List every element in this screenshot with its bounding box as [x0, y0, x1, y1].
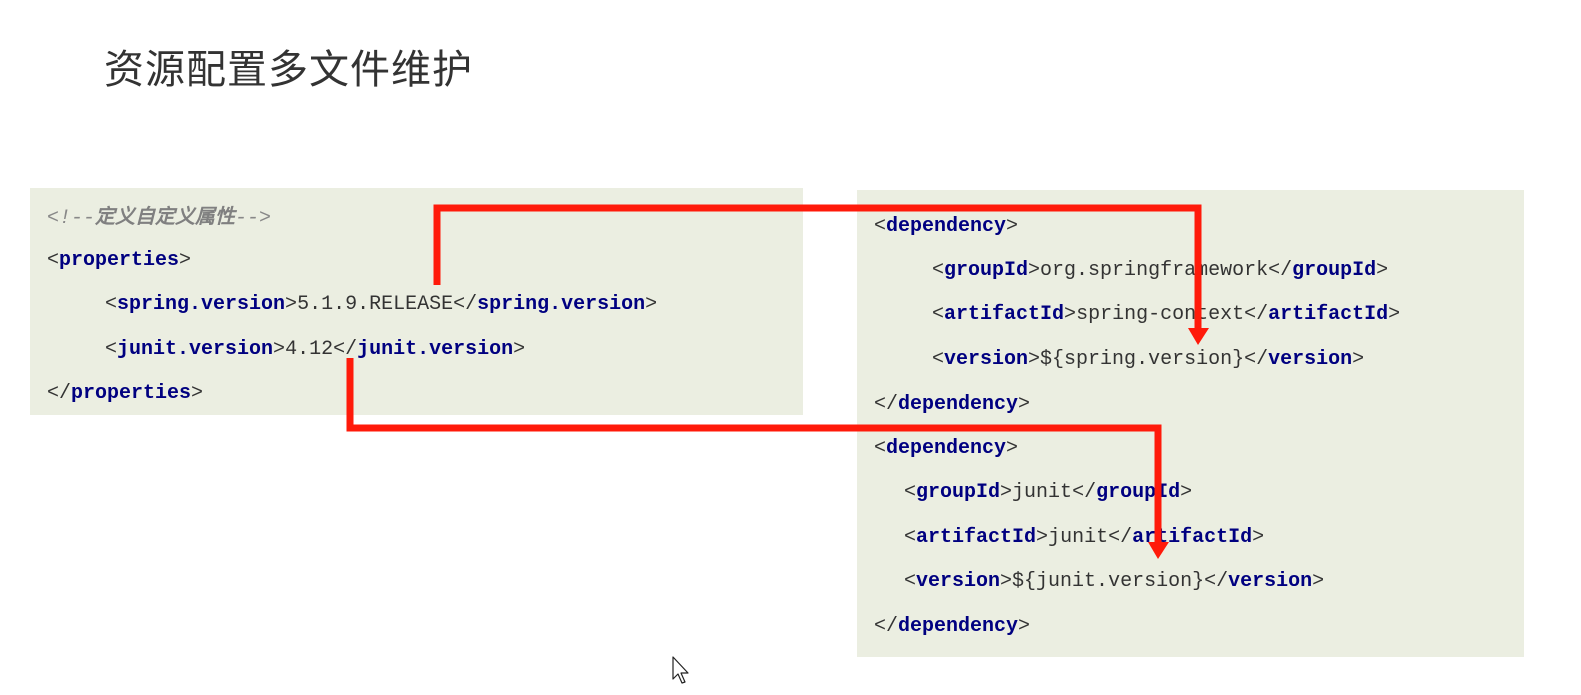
dependency-open-tag: dependency	[886, 437, 1007, 460]
junit-version-open-tag: junit.version	[117, 338, 274, 361]
properties-close-tag: properties	[71, 382, 192, 405]
spring-groupid-value: org.springframework	[1040, 259, 1269, 282]
artifactid-open-tag: artifactId	[944, 303, 1065, 326]
properties-close-line: </properties>	[47, 382, 204, 405]
version-open-tag: version	[944, 348, 1029, 371]
groupid-close-tag: groupId	[1292, 259, 1377, 282]
junit-version-ref-value: ${junit.version}	[1012, 570, 1205, 593]
spring-version-ref-value: ${spring.version}	[1040, 348, 1245, 371]
spring-version-line: <spring.version>5.1.9.RELEASE</spring.ve…	[105, 293, 658, 316]
spring-version-ref-line: <version>${spring.version}</version>	[932, 348, 1365, 371]
spring-artifactid-line: <artifactId>spring-context</artifactId>	[932, 303, 1401, 326]
properties-open-tag: properties	[59, 249, 180, 272]
mouse-cursor-icon	[672, 656, 689, 684]
groupid-open-tag: groupId	[916, 481, 1001, 504]
junit-version-line: <junit.version>4.12</junit.version>	[105, 338, 526, 361]
version-close-tag: version	[1228, 570, 1313, 593]
groupid-open-tag: groupId	[944, 259, 1029, 282]
comment-line: <!--定义自定义属性-->	[47, 204, 271, 231]
junit-artifactid-line: <artifactId>junit</artifactId>	[904, 526, 1265, 549]
groupid-close-tag: groupId	[1096, 481, 1181, 504]
junit-version-close-tag: junit.version	[357, 338, 514, 361]
dependency-close-line: </dependency>	[874, 615, 1031, 638]
page-title: 资源配置多文件维护	[104, 47, 473, 93]
artifactid-close-tag: artifactId	[1132, 526, 1253, 549]
comment-close: -->	[235, 207, 272, 230]
spring-version-open-tag: spring.version	[117, 293, 286, 316]
version-open-tag: version	[916, 570, 1001, 593]
dependency-close-tag: dependency	[898, 615, 1019, 638]
artifactid-open-tag: artifactId	[916, 526, 1037, 549]
junit-version-ref-line: <version>${junit.version}</version>	[904, 570, 1325, 593]
spring-artifactid-value: spring-context	[1076, 303, 1245, 326]
artifactid-close-tag: artifactId	[1268, 303, 1389, 326]
spring-version-value: 5.1.9.RELEASE	[297, 293, 454, 316]
comment-text: 定义自定义属性	[95, 204, 236, 228]
properties-code-panel: <!--定义自定义属性--> <properties> <spring.vers…	[30, 188, 803, 415]
dependency-close-line: </dependency>	[874, 393, 1031, 416]
junit-version-value: 4.12	[285, 338, 334, 361]
dependency-close-tag: dependency	[898, 393, 1019, 416]
dependency-open-line: <dependency>	[874, 437, 1019, 460]
dependencies-code-panel: <dependency> <groupId>org.springframewor…	[857, 190, 1524, 657]
comment-open: <!--	[47, 207, 96, 230]
spring-version-close-tag: spring.version	[477, 293, 646, 316]
properties-open-line: <properties>	[47, 249, 192, 272]
junit-groupid-line: <groupId>junit</groupId>	[904, 481, 1193, 504]
junit-artifactid-value: junit	[1048, 526, 1109, 549]
junit-groupid-value: junit	[1012, 481, 1073, 504]
dependency-open-tag: dependency	[886, 215, 1007, 238]
spring-groupid-line: <groupId>org.springframework</groupId>	[932, 259, 1389, 282]
version-close-tag: version	[1268, 348, 1353, 371]
dependency-open-line: <dependency>	[874, 215, 1019, 238]
